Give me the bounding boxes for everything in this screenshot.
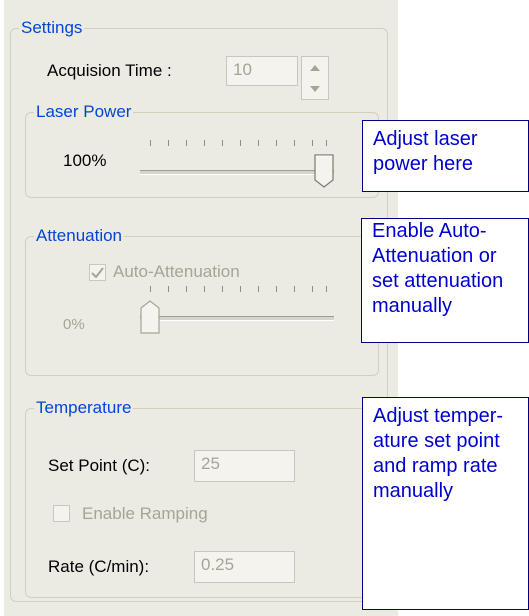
enable-ramping-label: Enable Ramping xyxy=(82,504,208,523)
temperature-callout: Adjust temper- ature set point and ramp … xyxy=(362,397,529,610)
attenuation-callout: Enable Auto- Attenuation or set attenuat… xyxy=(361,218,529,343)
laser-power-slider[interactable] xyxy=(140,140,334,192)
acquisition-time-value: 10 xyxy=(233,60,252,79)
rate-value: 0.25 xyxy=(201,555,235,574)
auto-attenuation-label: Auto-Attenuation xyxy=(113,262,240,281)
set-point-value: 25 xyxy=(201,454,220,473)
temperature-legend: Temperature xyxy=(34,398,134,418)
slider-thumb-icon[interactable] xyxy=(140,300,160,334)
laser-power-legend: Laser Power xyxy=(34,102,134,122)
slider-thumb-icon[interactable] xyxy=(314,154,334,188)
acquisition-time-label: Acquision Time : xyxy=(47,61,172,80)
laser-power-callout: Adjust laser power here xyxy=(362,120,529,192)
auto-attenuation-checkbox[interactable] xyxy=(89,264,106,281)
spin-up-icon[interactable] xyxy=(302,57,328,78)
set-point-label: Set Point (C): xyxy=(48,456,151,475)
attenuation-ticks xyxy=(140,286,334,296)
acquisition-time-spinner[interactable] xyxy=(301,56,329,100)
set-point-field[interactable]: 25 xyxy=(194,450,295,482)
attenuation-value: 0% xyxy=(63,316,85,333)
attenuation-track xyxy=(140,316,334,321)
checkmark-icon xyxy=(91,267,104,278)
laser-power-track xyxy=(140,170,334,175)
enable-ramping-checkbox[interactable] xyxy=(53,505,70,522)
rate-field[interactable]: 0.25 xyxy=(194,551,295,583)
laser-power-ticks xyxy=(140,140,334,150)
spin-down-icon[interactable] xyxy=(302,78,328,99)
settings-panel: Settings Acquision Time : 10 Laser Power… xyxy=(4,0,398,616)
laser-power-value: 100% xyxy=(63,151,107,170)
acquisition-time-field[interactable]: 10 xyxy=(226,56,298,86)
settings-legend: Settings xyxy=(19,18,85,38)
rate-label: Rate (C/min): xyxy=(48,557,150,576)
attenuation-slider[interactable] xyxy=(140,286,334,338)
attenuation-legend: Attenuation xyxy=(34,226,125,246)
